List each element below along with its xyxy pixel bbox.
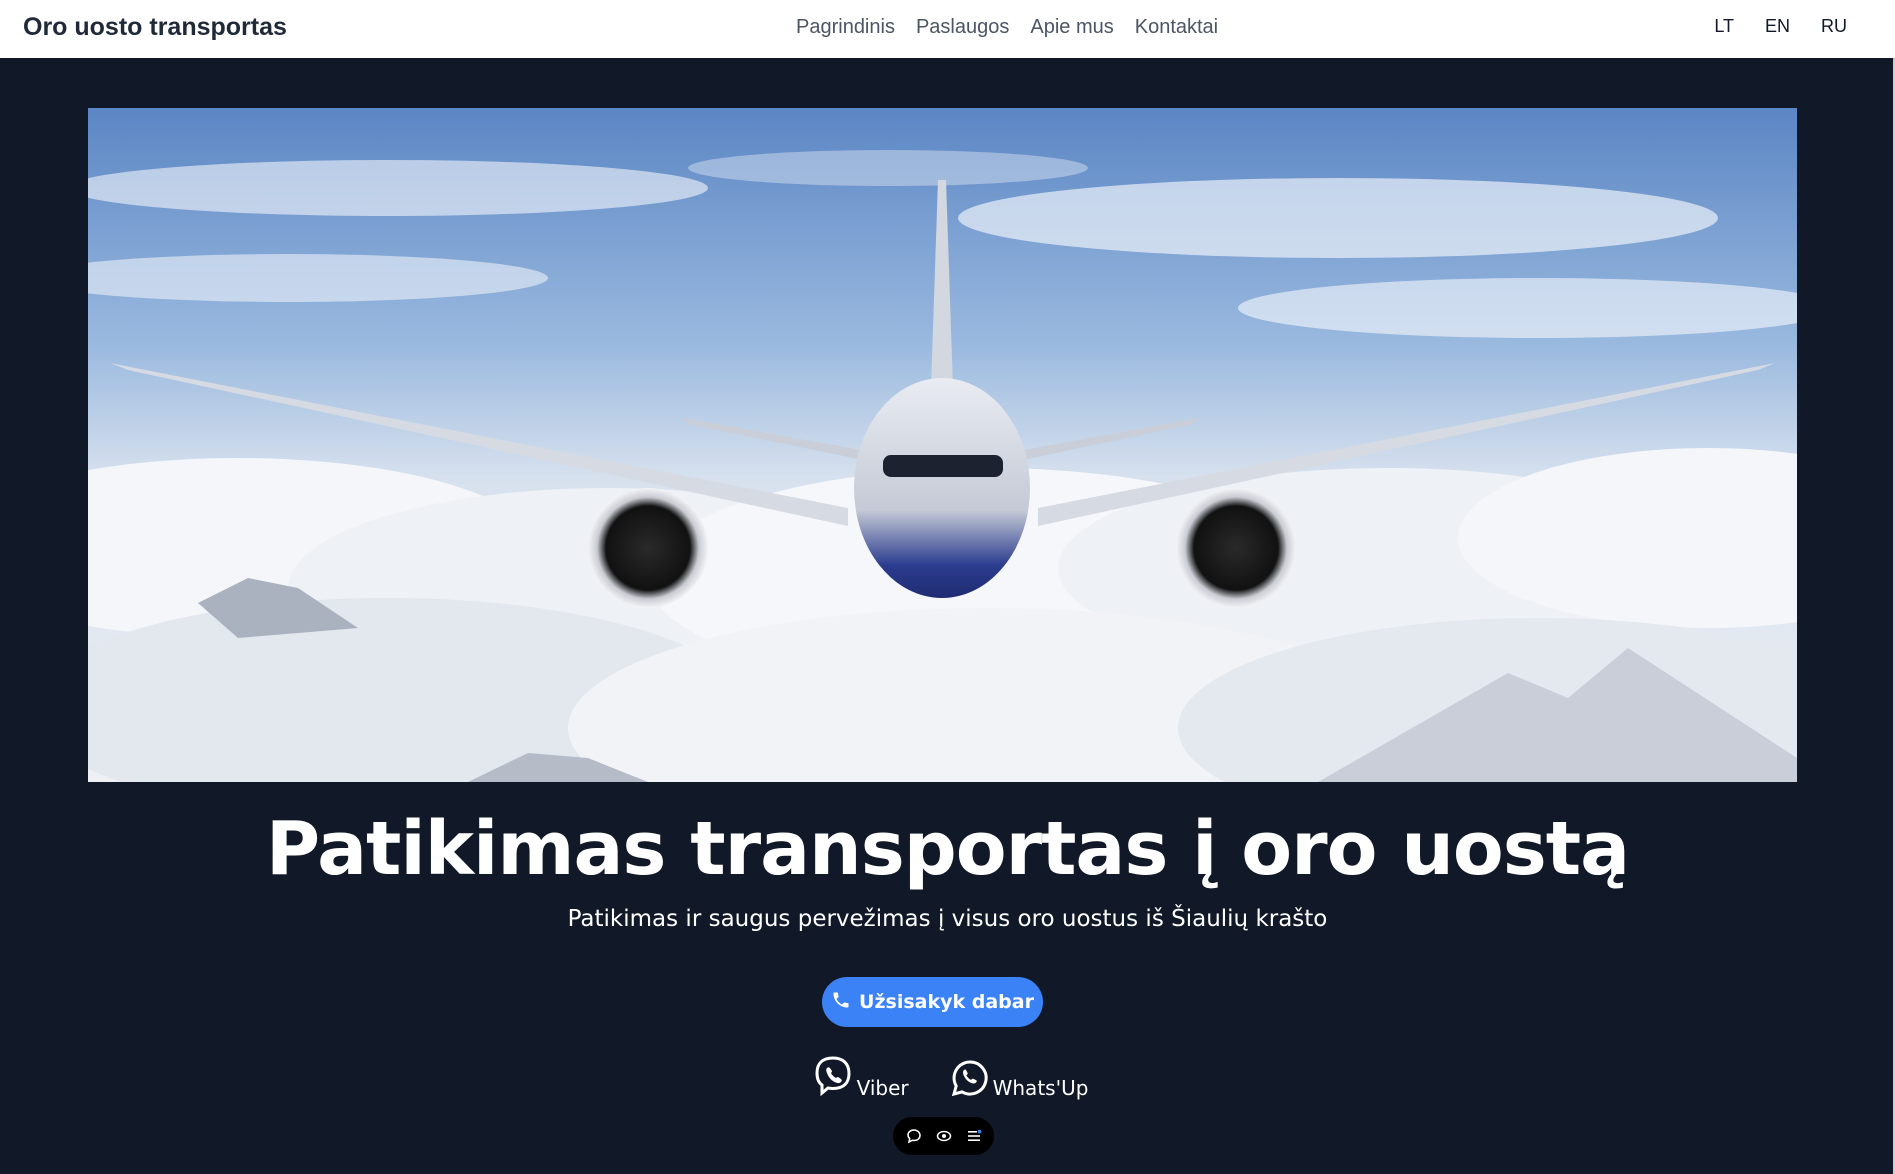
language-ru[interactable]: RU [1821,16,1847,37]
nav-link-services[interactable]: Paslaugos [916,16,1009,39]
nav-link-contacts[interactable]: Kontaktai [1135,16,1218,39]
viber-icon [813,1055,853,1102]
hero-airplane-image [88,108,1797,782]
floating-widget-bar [893,1117,994,1155]
viber-label: Viber [856,1076,909,1100]
order-now-button[interactable]: Užsisakyk dabar [822,977,1043,1027]
brand-logo-link[interactable]: Oro uosto transportas [23,13,287,42]
viber-link[interactable]: Viber [813,1055,909,1102]
top-navbar: Oro uosto transportas Pagrindinis Paslau… [0,0,1895,58]
nav-link-about[interactable]: Apie mus [1030,16,1113,39]
eye-icon[interactable] [936,1128,952,1144]
whatsapp-link[interactable]: Whats'Up [951,1055,1089,1102]
menu-list-icon[interactable] [966,1128,982,1144]
social-links: Viber Whats'Up [0,1055,1895,1102]
whatsapp-label: Whats'Up [992,1076,1089,1100]
hero-title: Patikimas transportas į oro uostą [265,806,1630,892]
language-en[interactable]: EN [1765,16,1790,37]
language-lt[interactable]: LT [1714,16,1734,37]
main-nav: Pagrindinis Paslaugos Apie mus Kontaktai [796,16,1218,39]
order-now-label: Užsisakyk dabar [859,991,1034,1013]
hero-subtitle: Patikimas ir saugus pervežimas į visus o… [567,906,1328,932]
chat-bubble-icon[interactable] [906,1128,922,1144]
phone-icon [831,990,851,1015]
language-switcher: LT EN RU [1714,16,1847,37]
whatsapp-icon [951,1059,989,1102]
nav-link-home[interactable]: Pagrindinis [796,16,895,39]
